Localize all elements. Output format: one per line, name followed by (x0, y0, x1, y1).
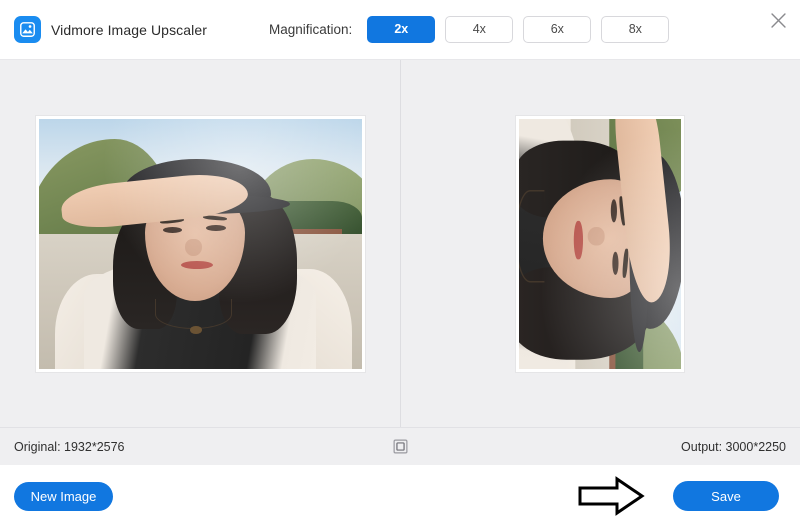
image-upscaler-window: Vidmore Image Upscaler Magnification: 2x… (0, 0, 800, 527)
status-bar: Original: 1932*2576 Output: 3000*2250 (0, 427, 800, 465)
app-header: Vidmore Image Upscaler Magnification: 2x… (0, 0, 800, 59)
upscaled-photo-frame (516, 115, 684, 372)
magnification-option-4x[interactable]: 4x (445, 16, 514, 43)
upscaled-photo (519, 118, 681, 369)
magnification-label: Magnification: (269, 22, 353, 37)
magnification-option-8x[interactable]: 8x (601, 16, 670, 43)
original-image-preview[interactable] (0, 60, 400, 427)
magnification-option-2x[interactable]: 2x (367, 16, 436, 43)
footer-bar: New Image Save (0, 465, 800, 527)
save-button[interactable]: Save (673, 481, 779, 511)
preview-area (0, 59, 800, 427)
new-image-button[interactable]: New Image (14, 481, 113, 511)
close-icon[interactable] (764, 6, 792, 34)
image-resize-icon (14, 16, 41, 43)
upscaled-image-preview[interactable] (400, 60, 800, 427)
original-size-label: Original: 1932*2576 (14, 439, 125, 454)
brand: Vidmore Image Upscaler (14, 16, 207, 43)
magnification-option-6x[interactable]: 6x (523, 16, 592, 43)
original-photo (38, 118, 362, 369)
magnification-controls: Magnification: 2x 4x 6x 8x (269, 16, 670, 43)
right-arrow-annotation (577, 476, 645, 516)
app-title: Vidmore Image Upscaler (51, 21, 208, 38)
compare-square-icon[interactable] (392, 439, 408, 455)
original-photo-frame (35, 115, 365, 372)
output-size-label: Output: 3000*2250 (681, 439, 786, 454)
